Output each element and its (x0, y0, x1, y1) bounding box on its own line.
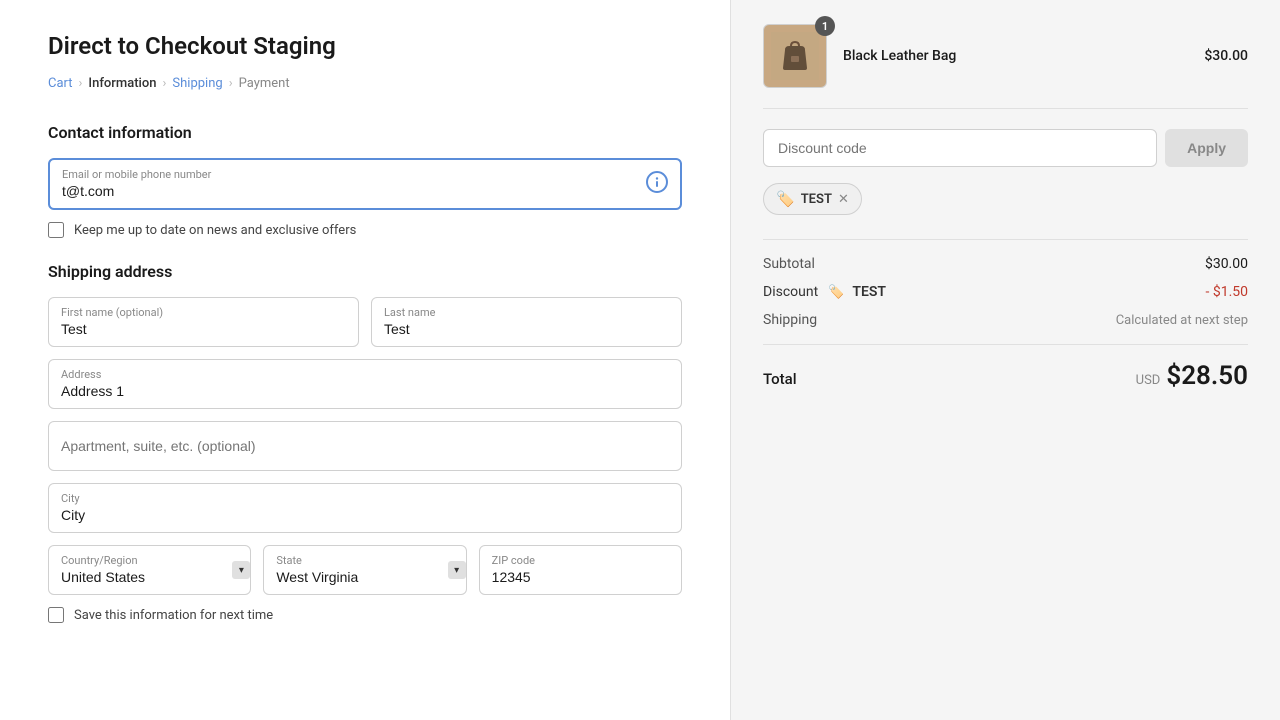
shipping-row: Shipping Calculated at next step (763, 312, 1248, 328)
page-title: Direct to Checkout Staging (48, 32, 682, 60)
discount-label: Discount (763, 284, 818, 300)
email-field-wrapper: Email or mobile phone number (48, 158, 682, 210)
product-row: 1 Black Leather Bag $30.00 (763, 24, 1248, 109)
save-info-label: Save this information for next time (74, 608, 273, 623)
last-name-label: Last name (384, 306, 669, 319)
coupon-code: TEST (801, 192, 832, 207)
state-label: State (276, 554, 453, 567)
subtotal-value: $30.00 (1205, 256, 1248, 272)
name-row: First name (optional) Last name (48, 297, 682, 347)
sep1: › (79, 76, 83, 91)
discount-code-label: TEST (852, 284, 886, 300)
breadcrumb: Cart › Information › Shipping › Payment (48, 76, 682, 91)
address-wrapper: Address (48, 359, 682, 409)
first-name-wrapper: First name (optional) (48, 297, 359, 347)
newsletter-checkbox[interactable] (48, 222, 64, 238)
product-image (763, 24, 827, 88)
location-row: Country/Region United States ▾ State Wes… (48, 545, 682, 595)
email-input[interactable] (62, 183, 668, 199)
total-currency: USD (1136, 373, 1161, 388)
breadcrumb-payment: Payment (239, 76, 290, 91)
first-name-label: First name (optional) (61, 306, 346, 319)
contact-section-title: Contact information (48, 123, 682, 142)
city-wrapper: City (48, 483, 682, 533)
subtotal-row: Subtotal $30.00 (763, 256, 1248, 272)
total-value: $28.50 (1166, 361, 1248, 391)
country-label: Country/Region (61, 554, 238, 567)
zip-wrapper: ZIP code (479, 545, 682, 595)
newsletter-label: Keep me up to date on news and exclusive… (74, 223, 356, 238)
discount-label-group: Discount 🏷️ TEST (763, 284, 886, 300)
last-name-input[interactable] (384, 321, 669, 337)
shipping-value: Calculated at next step (1116, 313, 1248, 328)
tag-icon: 🏷️ (776, 190, 795, 208)
save-info-row: Save this information for next time (48, 607, 682, 623)
discount-row: Apply (763, 129, 1248, 167)
breadcrumb-cart[interactable]: Cart (48, 76, 73, 91)
total-label: Total (763, 370, 797, 388)
subtotal-label: Subtotal (763, 256, 815, 272)
address-label: Address (61, 368, 669, 381)
breadcrumb-shipping[interactable]: Shipping (172, 76, 222, 91)
discount-summary-row: Discount 🏷️ TEST - $1.50 (763, 284, 1248, 300)
zip-label: ZIP code (492, 554, 669, 567)
city-label: City (61, 492, 669, 505)
apt-input[interactable] (61, 430, 669, 462)
totals-section: Subtotal $30.00 Discount 🏷️ TEST - $1.50… (763, 239, 1248, 328)
country-wrapper: Country/Region United States ▾ (48, 545, 251, 595)
discount-value: - $1.50 (1205, 284, 1248, 300)
breadcrumb-information[interactable]: Information (88, 76, 156, 91)
apt-wrapper (48, 421, 682, 471)
save-info-checkbox[interactable] (48, 607, 64, 623)
product-image-wrap: 1 (763, 24, 827, 88)
shipping-label: Shipping (763, 312, 817, 328)
first-name-input[interactable] (61, 321, 346, 337)
city-input[interactable] (61, 507, 669, 523)
coupon-tag: 🏷️ TEST ✕ (763, 183, 862, 215)
coupon-remove-button[interactable]: ✕ (838, 192, 849, 207)
shipping-section-title: Shipping address (48, 262, 682, 281)
right-panel: 1 Black Leather Bag $30.00 Apply 🏷️ TEST… (730, 0, 1280, 720)
product-badge: 1 (815, 16, 835, 36)
country-select[interactable]: United States (61, 569, 238, 585)
newsletter-row: Keep me up to date on news and exclusive… (48, 222, 682, 238)
left-panel: Direct to Checkout Staging Cart › Inform… (0, 0, 730, 720)
email-label: Email or mobile phone number (62, 168, 668, 181)
sep2: › (163, 76, 167, 91)
sep3: › (229, 76, 233, 91)
state-wrapper: State West Virginia ▾ (263, 545, 466, 595)
discount-tag-icon: 🏷️ (828, 285, 844, 300)
last-name-wrapper: Last name (371, 297, 682, 347)
discount-input[interactable] (763, 129, 1157, 167)
apply-button[interactable]: Apply (1165, 129, 1248, 167)
state-select[interactable]: West Virginia (276, 569, 453, 585)
total-amount: USD $28.50 (1136, 361, 1248, 391)
product-price: $30.00 (1204, 48, 1248, 64)
address-input[interactable] (61, 383, 669, 399)
product-name: Black Leather Bag (843, 48, 1188, 64)
zip-input[interactable] (492, 569, 669, 585)
info-icon (646, 171, 668, 197)
total-row: Total USD $28.50 (763, 344, 1248, 391)
